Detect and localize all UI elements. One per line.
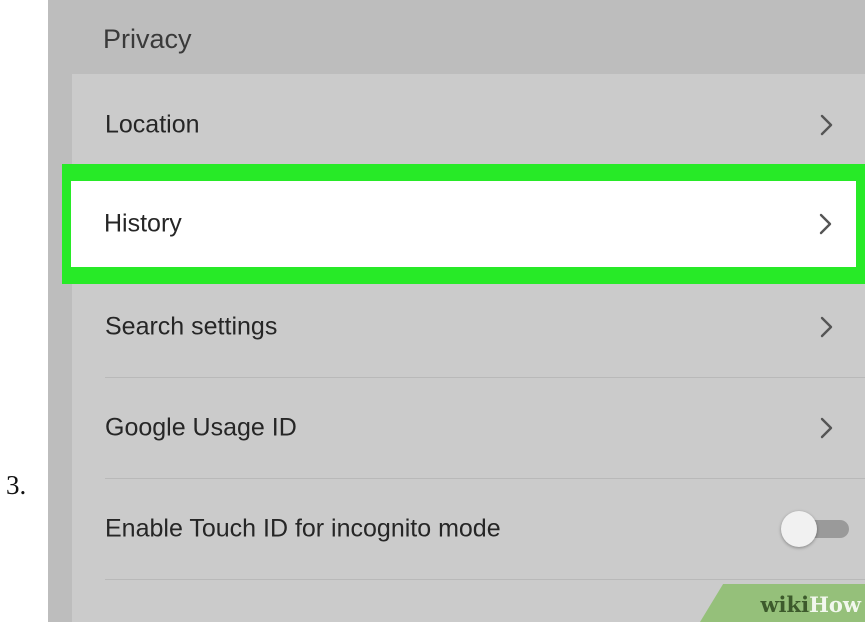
settings-item-label: History [104, 209, 182, 238]
settings-item-google-usage-id[interactable]: Google Usage ID [72, 377, 865, 478]
watermark-wiki: wiki [760, 592, 810, 617]
settings-item-history[interactable]: History [71, 181, 856, 267]
chevron-right-icon [820, 316, 833, 337]
step-number: 3. [6, 470, 27, 500]
settings-screen: Privacy Location Search settings Google … [48, 0, 865, 622]
section-header: Privacy [48, 0, 865, 74]
tutorial-frame: 3. Privacy Location Search settings Goog… [0, 0, 865, 622]
divider [105, 579, 865, 580]
chevron-right-icon [820, 417, 833, 438]
watermark-text: wikiHow [760, 592, 861, 617]
settings-item-location[interactable]: Location [72, 74, 865, 175]
settings-item-touch-id: Enable Touch ID for incognito mode [72, 478, 865, 579]
settings-card: Location Search settings Google Usage ID [72, 74, 865, 622]
toggle-knob [781, 510, 817, 547]
wikihow-watermark: wikiHow [700, 584, 865, 622]
settings-item-label: Search settings [105, 312, 278, 340]
touch-id-toggle[interactable] [781, 509, 851, 549]
settings-item-label: Location [105, 110, 200, 138]
settings-item-search-settings[interactable]: Search settings [72, 276, 865, 377]
section-title: Privacy [103, 24, 192, 54]
settings-item-label: Google Usage ID [105, 413, 297, 441]
chevron-right-icon [819, 213, 832, 235]
highlight-box: History [62, 164, 865, 284]
watermark-how: How [809, 592, 861, 617]
settings-item-label: Enable Touch ID for incognito mode [105, 514, 501, 542]
chevron-right-icon [820, 114, 833, 135]
